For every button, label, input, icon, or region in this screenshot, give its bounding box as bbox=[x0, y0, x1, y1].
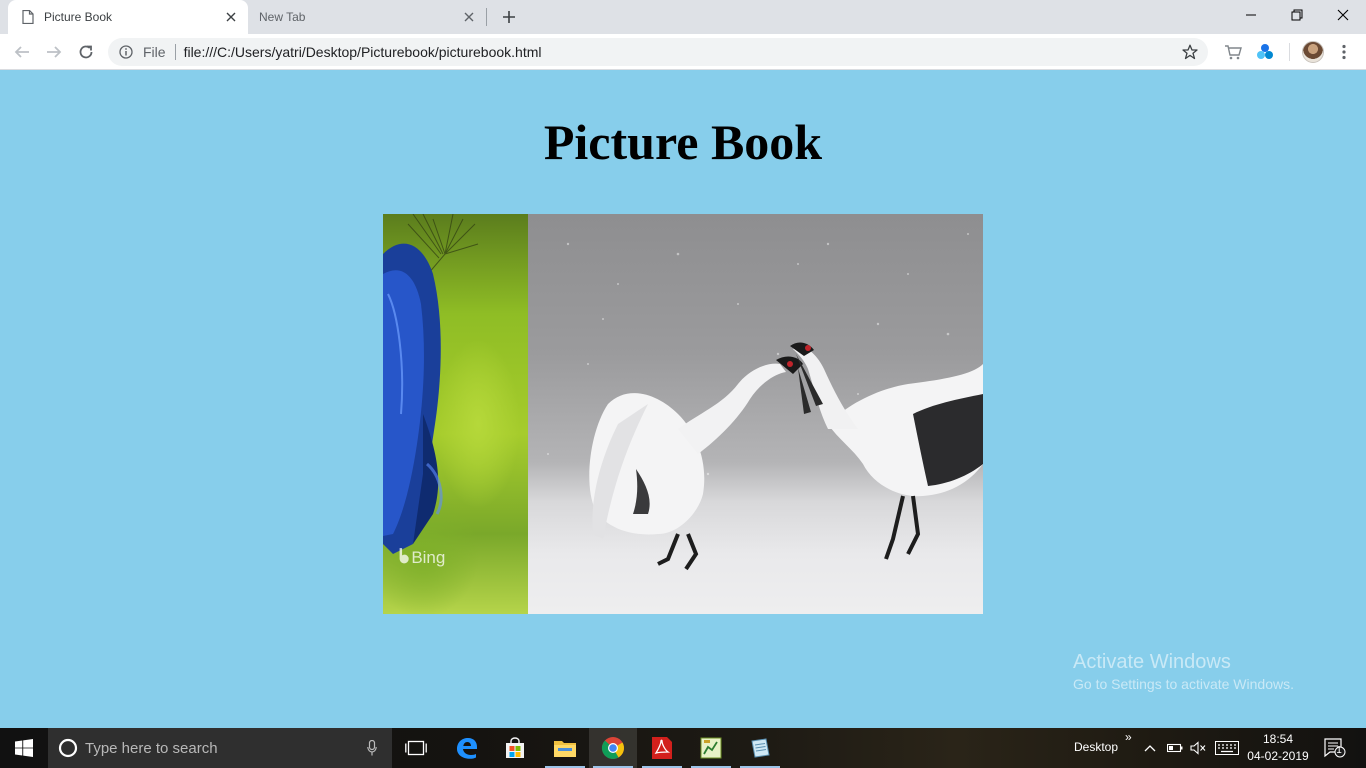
tab-title: New Tab bbox=[259, 10, 306, 24]
url-text[interactable]: file:///C:/Users/yatri/Desktop/Picturebo… bbox=[184, 44, 1180, 60]
desktop-toolbar-label[interactable]: Desktop bbox=[1074, 740, 1118, 754]
activate-windows-watermark: Activate Windows Go to Settings to activ… bbox=[1073, 651, 1294, 695]
windows-logo-icon bbox=[15, 739, 33, 757]
toolbar-expand-icon[interactable]: » bbox=[1125, 730, 1132, 744]
minimize-icon bbox=[1246, 14, 1256, 16]
search-placeholder: Type here to search bbox=[85, 739, 218, 757]
close-icon bbox=[1337, 9, 1349, 21]
peacock-image: ᖲ Bing bbox=[383, 214, 528, 614]
chrome-taskbar-button[interactable] bbox=[589, 728, 637, 768]
bing-watermark: ᖲ Bing bbox=[399, 546, 445, 569]
cortana-icon bbox=[57, 737, 79, 759]
bing-watermark-text: Bing bbox=[411, 547, 446, 567]
tab-separator bbox=[486, 8, 487, 26]
notification-count: 1 bbox=[1336, 745, 1342, 756]
address-bar[interactable]: File file:///C:/Users/yatri/Desktop/Pict… bbox=[108, 38, 1208, 66]
page-title: Picture Book bbox=[543, 114, 823, 170]
notepad-app-taskbar-button[interactable] bbox=[736, 728, 784, 768]
profile-avatar[interactable] bbox=[1302, 41, 1324, 63]
new-tab-button[interactable] bbox=[498, 6, 520, 28]
arrow-right-icon bbox=[47, 46, 62, 58]
volume-muted-icon[interactable] bbox=[1188, 738, 1208, 758]
chrome-icon bbox=[601, 737, 624, 760]
acrobat-taskbar-button[interactable] bbox=[638, 728, 686, 768]
activate-windows-title: Activate Windows bbox=[1073, 651, 1231, 673]
tab-strip: Picture Book New Tab bbox=[0, 0, 1366, 34]
cranes-image bbox=[528, 214, 983, 614]
arrow-left-icon bbox=[14, 46, 29, 58]
tab-picture-book[interactable]: Picture Book bbox=[8, 0, 248, 34]
edge-icon bbox=[457, 738, 477, 759]
back-button[interactable] bbox=[8, 38, 36, 66]
browser-toolbar: File file:///C:/Users/yatri/Desktop/Pict… bbox=[0, 34, 1366, 70]
spreadsheet-app-icon bbox=[700, 737, 722, 759]
web-page: Picture Book ᖲ Bing Activate Windows Go … bbox=[0, 71, 1366, 728]
tab-new-tab[interactable]: New Tab bbox=[248, 0, 486, 34]
clock-date: 04-02-2019 bbox=[1247, 749, 1309, 763]
file-explorer-taskbar-button[interactable] bbox=[541, 728, 589, 768]
kebab-menu-icon bbox=[1342, 44, 1346, 60]
document-icon bbox=[20, 9, 36, 25]
notification-icon bbox=[1324, 738, 1346, 758]
shopping-cart-icon[interactable] bbox=[1223, 42, 1243, 62]
minimize-button[interactable] bbox=[1228, 0, 1274, 30]
clock-time: 18:54 bbox=[1262, 732, 1294, 746]
toolbar-separator bbox=[1289, 43, 1290, 61]
task-view-button[interactable] bbox=[392, 728, 440, 768]
keyboard-icon[interactable] bbox=[1214, 738, 1240, 758]
close-window-button[interactable] bbox=[1320, 0, 1366, 30]
reload-button[interactable] bbox=[72, 38, 100, 66]
menu-button[interactable] bbox=[1330, 38, 1358, 66]
star-icon[interactable] bbox=[1180, 42, 1200, 62]
folder-icon bbox=[554, 741, 576, 757]
restore-button[interactable] bbox=[1274, 0, 1320, 30]
address-divider bbox=[174, 44, 176, 60]
taskbar-search[interactable]: Type here to search bbox=[48, 728, 392, 768]
notepad-app-icon bbox=[751, 738, 770, 758]
microphone-icon[interactable] bbox=[364, 738, 380, 758]
chevron-up-icon[interactable] bbox=[1140, 738, 1160, 758]
forward-button[interactable] bbox=[40, 38, 68, 66]
action-center-button[interactable]: 1 bbox=[1323, 738, 1347, 758]
tab-title: Picture Book bbox=[44, 10, 113, 24]
edge-taskbar-button[interactable] bbox=[443, 728, 491, 768]
windows-taskbar: Type here to search Desktop » 18:54 04-0… bbox=[0, 728, 1366, 768]
picture-slideshow: ᖲ Bing bbox=[383, 214, 983, 614]
plus-icon bbox=[503, 11, 515, 23]
restore-icon bbox=[1291, 9, 1303, 21]
store-taskbar-button[interactable] bbox=[491, 728, 539, 768]
activate-windows-subtitle: Go to Settings to activate Windows. bbox=[1073, 676, 1294, 692]
bing-logo-icon: ᖲ bbox=[399, 546, 410, 568]
system-clock[interactable]: 18:54 04-02-2019 bbox=[1238, 731, 1318, 765]
store-bag-icon bbox=[506, 737, 524, 758]
security-chip[interactable]: File bbox=[143, 44, 166, 60]
task-view-icon bbox=[405, 740, 427, 756]
extension-icon[interactable] bbox=[1255, 42, 1275, 62]
close-tab-icon[interactable] bbox=[222, 8, 240, 26]
info-icon[interactable] bbox=[118, 44, 134, 60]
acrobat-pdf-icon bbox=[652, 737, 672, 759]
close-tab-icon[interactable] bbox=[460, 8, 478, 26]
spreadsheet-app-taskbar-button[interactable] bbox=[687, 728, 735, 768]
start-button[interactable] bbox=[0, 728, 48, 768]
reload-icon bbox=[79, 45, 93, 59]
battery-icon[interactable] bbox=[1165, 738, 1185, 758]
